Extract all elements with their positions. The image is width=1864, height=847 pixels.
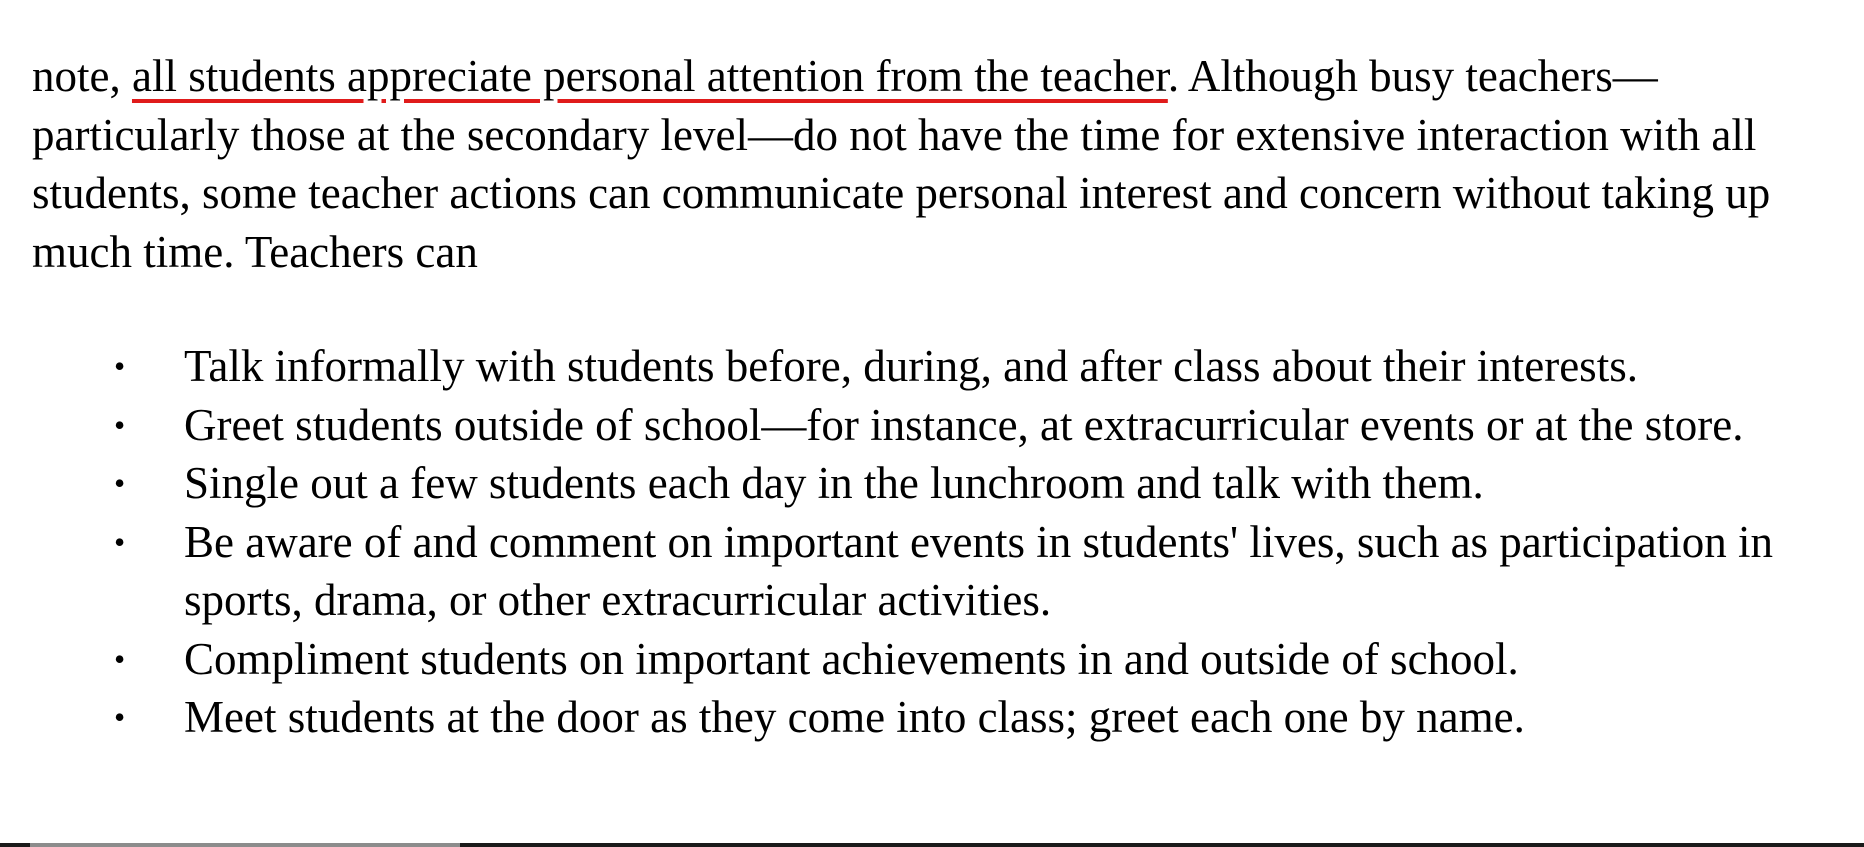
list-item: • Be aware of and comment on important e… xyxy=(32,513,1844,630)
list-item-text: Talk informally with students before, du… xyxy=(184,341,1638,391)
bullet-icon: • xyxy=(114,699,126,735)
list-item-text: Single out a few students each day in th… xyxy=(184,458,1484,508)
bullet-icon: • xyxy=(114,348,126,384)
bullet-icon: • xyxy=(114,523,126,560)
highlighted-sentence[interactable]: all students appreciate personal attenti… xyxy=(132,51,1168,101)
bullet-icon: • xyxy=(114,640,126,677)
bullet-icon: • xyxy=(114,406,126,443)
bullet-icon: • xyxy=(114,465,126,501)
paragraph-lead-text: note, xyxy=(32,51,132,101)
list-item: • Greet students outside of school—for i… xyxy=(32,396,1844,455)
intro-paragraph: note, all students appreciate personal a… xyxy=(32,47,1862,281)
list-item: • Talk informally with students before, … xyxy=(32,337,1844,396)
scrollbar-thumb[interactable] xyxy=(30,843,460,847)
list-item-text: Meet students at the door as they come i… xyxy=(184,692,1525,742)
list-item-text: Compliment students on important achieve… xyxy=(184,633,1519,684)
bottom-scrollbar[interactable] xyxy=(0,843,1864,847)
list-item-text: Be aware of and comment on important eve… xyxy=(184,516,1773,626)
list-item: • Single out a few students each day in … xyxy=(32,454,1844,513)
teacher-actions-list: • Talk informally with students before, … xyxy=(32,337,1862,747)
list-item: • Compliment students on important achie… xyxy=(32,630,1844,689)
document-body: note, all students appreciate personal a… xyxy=(32,47,1862,747)
list-item-text: Greet students outside of school—for ins… xyxy=(184,399,1744,450)
list-item: • Meet students at the door as they come… xyxy=(32,688,1844,747)
